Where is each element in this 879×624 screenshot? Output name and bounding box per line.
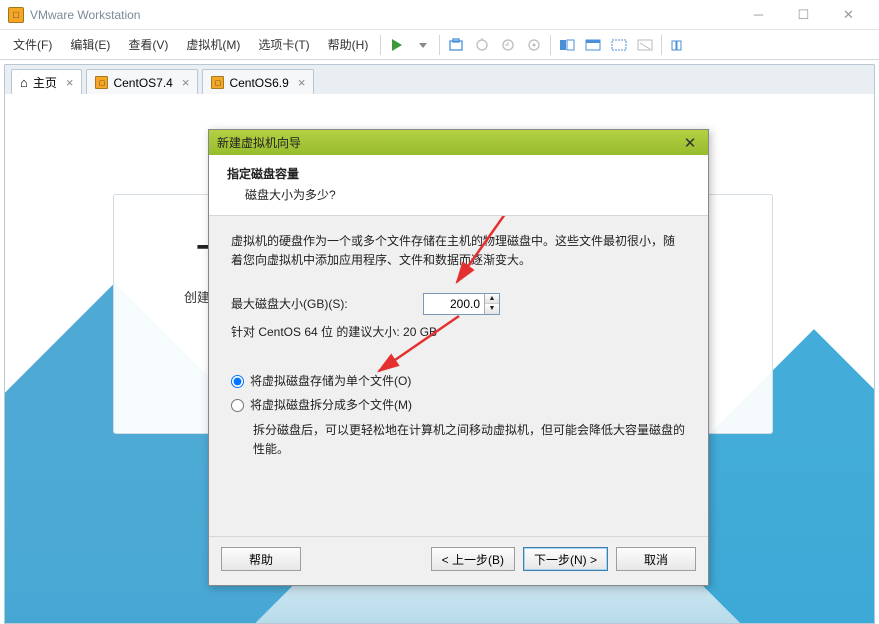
app-icon: ▢ [8, 7, 24, 23]
dialog-titlebar[interactable]: 新建虚拟机向导 ✕ [209, 130, 708, 155]
spin-up-button[interactable]: ▲ [485, 294, 499, 304]
menu-file[interactable]: 文件(F) [4, 32, 61, 57]
radio-multi-input[interactable] [231, 399, 244, 412]
next-button[interactable]: 下一步(N) > [523, 547, 608, 571]
snapshot-revert-icon[interactable] [497, 34, 519, 56]
help-button[interactable]: 帮助 [221, 547, 301, 571]
tab-centos69[interactable]: ▢ CentOS6.9 × [202, 69, 314, 95]
radio-label: 将虚拟磁盘存储为单个文件(O) [250, 372, 411, 391]
spin-down-button[interactable]: ▼ [485, 304, 499, 314]
dropdown-icon[interactable] [412, 34, 434, 56]
disk-size-spinner[interactable]: ▲ ▼ [423, 293, 500, 315]
snapshot-icon[interactable] [445, 34, 467, 56]
maximize-button[interactable]: ☐ [781, 1, 826, 29]
main-area: + 创建新的 ☁ VMware ud Air 新建虚拟机向导 ✕ 指定磁盘容量 … [4, 94, 875, 624]
dialog-footer: 帮助 < 上一步(B) 下一步(N) > 取消 [209, 537, 708, 585]
minimize-button[interactable]: ─ [736, 1, 781, 29]
tab-label: CentOS7.4 [113, 76, 172, 90]
dialog-close-button[interactable]: ✕ [680, 134, 700, 152]
window-controls: ─ ☐ ✕ [736, 1, 871, 29]
menu-vm[interactable]: 虚拟机(M) [177, 32, 249, 57]
titlebar: ▢ VMware Workstation ─ ☐ ✕ [0, 0, 879, 30]
dialog-header: 指定磁盘容量 磁盘大小为多少? [209, 155, 708, 216]
tab-label: 主页 [33, 74, 57, 91]
close-icon[interactable]: × [298, 75, 306, 90]
dialog-content: 虚拟机的硬盘作为一个或多个文件存储在主机的物理磁盘中。这些文件最初很小，随着您向… [209, 216, 708, 536]
menu-edit[interactable]: 编辑(E) [61, 32, 119, 57]
view-unity-icon[interactable] [582, 34, 604, 56]
dialog-title: 新建虚拟机向导 [217, 134, 301, 151]
menu-view[interactable]: 查看(V) [119, 32, 177, 57]
close-icon[interactable]: × [66, 75, 74, 90]
separator [661, 35, 662, 55]
view-fullscreen-icon[interactable] [608, 34, 630, 56]
tab-home[interactable]: ⌂ 主页 × [11, 69, 82, 95]
dialog-subheading: 磁盘大小为多少? [245, 186, 690, 203]
close-button[interactable]: ✕ [826, 1, 871, 29]
tab-label: CentOS6.9 [229, 76, 288, 90]
view-exclusive-icon[interactable] [634, 34, 656, 56]
window-title: VMware Workstation [30, 8, 736, 22]
vm-icon: ▢ [95, 76, 108, 89]
radio-multi-file[interactable]: 将虚拟磁盘拆分成多个文件(M) [231, 396, 686, 415]
back-button[interactable]: < 上一步(B) [431, 547, 515, 571]
menu-tabs[interactable]: 选项卡(T) [249, 32, 318, 57]
library-icon[interactable] [667, 34, 689, 56]
dialog-description: 虚拟机的硬盘作为一个或多个文件存储在主机的物理磁盘中。这些文件最初很小，随着您向… [231, 232, 686, 269]
tabbar: ⌂ 主页 × ▢ CentOS7.4 × ▢ CentOS6.9 × [4, 64, 875, 94]
snapshot-take-icon[interactable] [471, 34, 493, 56]
radio-single-file[interactable]: 将虚拟磁盘存储为单个文件(O) [231, 372, 686, 391]
dialog-heading: 指定磁盘容量 [227, 165, 690, 182]
radio-label: 将虚拟磁盘拆分成多个文件(M) [250, 396, 412, 415]
view-thumbnail-icon[interactable] [556, 34, 578, 56]
home-icon: ⌂ [20, 75, 28, 90]
vm-icon: ▢ [211, 76, 224, 89]
menubar: 文件(F) 编辑(E) 查看(V) 虚拟机(M) 选项卡(T) 帮助(H) [0, 30, 879, 60]
menu-help[interactable]: 帮助(H) [319, 32, 378, 57]
separator [380, 35, 381, 55]
disk-size-label: 最大磁盘大小(GB)(S): [231, 295, 411, 314]
play-icon[interactable] [386, 34, 408, 56]
snapshot-manage-icon[interactable] [523, 34, 545, 56]
cancel-button[interactable]: 取消 [616, 547, 696, 571]
close-icon[interactable]: × [182, 75, 190, 90]
separator [439, 35, 440, 55]
disk-size-input[interactable] [424, 294, 484, 314]
radio-note: 拆分磁盘后，可以更轻松地在计算机之间移动虚拟机，但可能会降低大容量磁盘的性能。 [253, 421, 686, 458]
new-vm-wizard-dialog: 新建虚拟机向导 ✕ 指定磁盘容量 磁盘大小为多少? 虚拟机的硬盘作为一个或多个文… [208, 129, 709, 586]
recommended-size-text: 针对 CentOS 64 位 的建议大小: 20 GB [231, 323, 686, 342]
radio-single-input[interactable] [231, 375, 244, 388]
tab-centos74[interactable]: ▢ CentOS7.4 × [86, 69, 198, 95]
separator [550, 35, 551, 55]
